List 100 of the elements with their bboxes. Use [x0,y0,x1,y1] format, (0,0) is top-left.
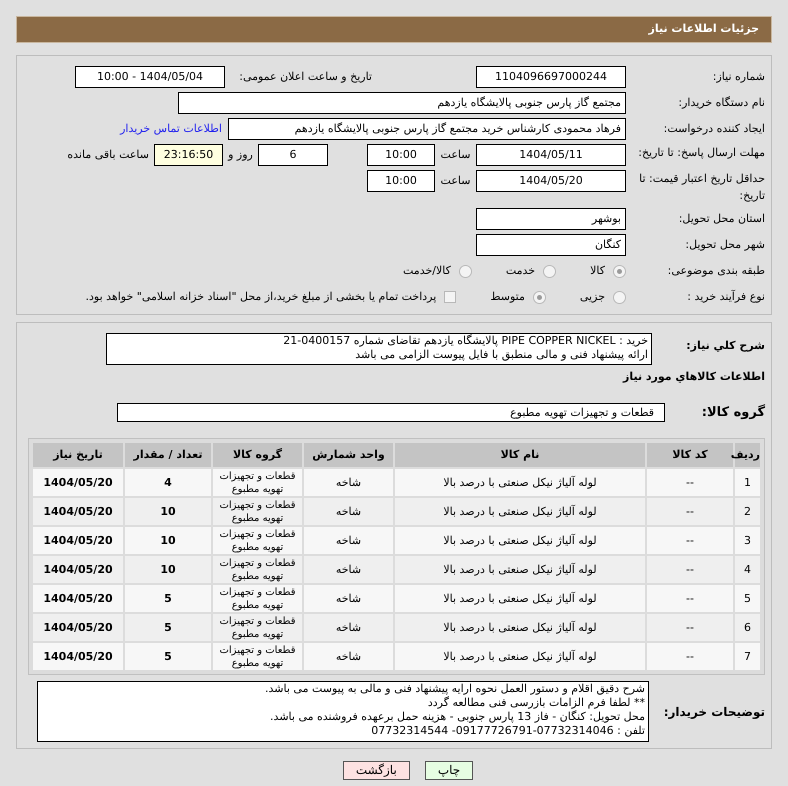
label-text: ساعت [440,173,472,189]
table-cell-text: 1404/05/20 [42,533,114,549]
label-text: ساعت [440,147,472,163]
field-label: توضیحات خریدار: [662,704,765,720]
table-cell-text: -- [685,562,695,578]
radio-button[interactable] [613,290,626,304]
table-cell-text: 3 [743,533,752,549]
field-label: گروه کالا: [700,403,765,422]
column-header: تعداد / مقدار [125,443,211,467]
field-label: نوع فرآیند خرید : [686,288,765,305]
column-header: واحد شمارش [304,443,393,467]
table-cell-text: -- [685,504,695,520]
field-value: 1104096697000244 [476,66,626,88]
field-value: بوشهر [476,208,626,230]
table-cell-text: 1404/05/20 [42,562,114,578]
description-line: ارائه پیشنهاد فنی و مالی منطبق با فایل پیوست الزامی می باشد [355,348,648,362]
description-line: خرید : PIPE COPPER NICKEL پالایشگاه یازدهم تقاضای شماره 0400157-21 [283,334,648,348]
field-value: 1404/05/11 [476,144,626,166]
table-cell-text: قطعات و تجهیزات تهویه مطبوع [218,470,297,496]
field-label: شرح کلي نياز: [685,338,765,354]
table-cell-text: 5 [163,649,173,665]
radio-label: کالا [590,262,605,279]
label-text: ساعت باقی مانده [67,147,149,163]
table-cell-text: 5 [163,620,173,636]
field-label: شماره نیاز: [712,68,765,85]
page-title: جزئیات اطلاعات نیاز [648,21,759,38]
notes-line: شرح دقیق اقلام و دستور العمل نحوه ارایه پیشنهاد فنی و مالی به پیوست می باشد. [265,682,645,696]
print-button[interactable]: چاپ [424,761,474,780]
notes-line: تلفن : 07732314046-09177726791- 07732314544 [371,724,645,738]
table-cell-text: لوله آلیاژ نیکل صنعتی با درصد بالا [442,474,598,491]
table-cell-text: 4 [163,475,173,491]
label-text: روز و [226,147,254,163]
table-cell-text: 7 [743,649,752,665]
table-cell-text: شاخه [334,620,362,636]
table-cell-text: 10 [159,562,177,578]
goods-group-value: قطعات و تجهیزات تهویه مطبوع [117,402,665,422]
table-cell-text: قطعات و تجهیزات تهویه مطبوع [218,644,297,670]
table-cell-text: قطعات و تجهیزات تهویه مطبوع [218,556,297,583]
notes-line: ** لطفا فرم الزامات بازرسی فنی مطالعه گردد [428,696,645,710]
radio-button[interactable] [532,290,546,304]
table-cell-text: 1404/05/20 [42,504,114,520]
checkbox[interactable] [444,291,456,303]
field-value: 10:00 [367,170,435,192]
table-cell-text: لوله آلیاژ نیکل صنعتی با درصد بالا [442,590,598,607]
table-cell-text: قطعات و تجهیزات تهویه مطبوع [218,498,297,525]
column-header: کد کالا [647,443,733,467]
table-cell-text: قطعات و تجهیزات تهویه مطبوع [218,586,297,612]
table-cell-text: 10 [159,504,177,520]
table-cell-text: 4 [743,562,752,578]
radio-label: متوسط [490,288,525,305]
radio-button[interactable] [613,264,626,278]
table-cell-text: لوله آلیاژ نیکل صنعتی با درصد بالا [442,562,598,578]
field-value: کنگان [476,234,626,256]
radio-label: جزیی [580,288,605,305]
column-header: تاریخ نیاز [33,443,123,467]
field-label: استان محل تحویل: [678,210,765,227]
table-cell-text: شاخه [334,591,362,607]
field-label: نام دستگاه خریدار: [677,94,765,111]
table-cell-text: -- [685,533,695,549]
back-button[interactable]: بازگشت [342,761,410,780]
field-label: ایجاد کننده درخواست: [662,120,765,137]
radio-label: کالا/خدمت [403,262,451,279]
table-cell-text: شاخه [334,504,362,520]
table-cell-text: لوله آلیاژ نیکل صنعتی با درصد بالا [442,532,598,549]
radio-button[interactable] [458,264,472,278]
radio-label: خدمت [506,262,536,279]
table-cell-text: 1404/05/20 [42,649,114,665]
remaining-time: 23:16:50 [154,144,223,166]
table-cell-text: -- [685,620,695,636]
radio-button[interactable] [543,264,556,278]
column-header: نام کالا [395,443,645,467]
notes-line: محل تحویل: کنگان - فاز 13 پارس جنوبی - هزینه حمل برعهده فروشنده می باشد. [270,710,645,724]
field-label: شهر محل تحویل: [684,236,765,253]
description-textarea[interactable]: خرید : PIPE COPPER NICKEL پالایشگاه یازدهم تقاضای شماره 0400157-21 ارائه پیشنهاد فنی و مالی منطبق با فایل پیوست الزامی می باشد [106,333,652,365]
table-cell-text: شاخه [334,562,362,578]
table-cell-text: 1 [743,475,752,491]
buyer-contact-link[interactable]: اطلاعات تماس خریدار [120,120,222,138]
table-cell-text: 1404/05/20 [42,475,114,491]
table-cell-text: 1404/05/20 [42,620,114,636]
table-cell-text: لوله آلیاژ نیکل صنعتی با درصد بالا [442,504,598,520]
field-value: مجتمع گاز پارس جنوبی پالایشگاه یازدهم [178,92,626,114]
field-label: حداقل تاریخ اعتبار قیمت: تا تاریخ: [638,171,765,204]
table-cell-text: 5 [163,591,173,607]
table-cell-text: 1404/05/20 [42,591,114,607]
table-cell-text: شاخه [334,475,362,491]
table-cell-text: شاخه [334,649,362,665]
table-cell-text: 10 [159,533,177,549]
buyer-notes-textarea[interactable] [37,681,649,742]
table-cell-text: -- [685,649,695,665]
field-label: تاریخ و ساعت اعلان عمومی: [238,68,372,85]
field-label: طبقه بندی موضوعی: [666,262,765,279]
field-value: 1404/05/04 - 10:00 [75,66,225,88]
table-cell-text: -- [685,591,695,607]
column-header: گروه کالا [213,443,302,467]
section-title: اطلاعات کالاهاي مورد نياز [623,370,765,383]
field-label: مهلت ارسال پاسخ: تا تاریخ: [637,145,765,161]
field-value: فرهاد محمودی کارشناس خرید مجتمع گاز پارس جنوبی پالایشگاه یازدهم [228,118,626,140]
table-cell-text: 5 [743,591,752,607]
table-cell-text: قطعات و تجهیزات تهویه مطبوع [218,528,297,554]
field-value: 1404/05/20 [476,170,626,192]
